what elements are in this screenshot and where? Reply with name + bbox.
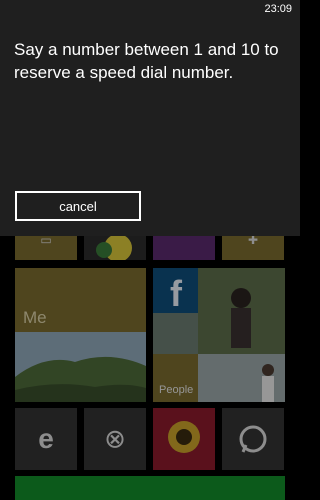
status-clock: 23:09 — [264, 3, 292, 15]
me-label: Me — [23, 308, 47, 327]
people-photo-1 — [198, 268, 285, 354]
me-photo — [15, 332, 146, 402]
xbox-tile[interactable]: ⊗ — [84, 408, 146, 470]
photo-thumbnail-icon — [96, 234, 132, 260]
people-tile[interactable]: People — [153, 354, 198, 402]
internet-explorer-icon: e — [38, 423, 54, 454]
internet-explorer-tile[interactable]: e — [15, 408, 77, 470]
person-photo — [153, 313, 198, 354]
photos-tile[interactable] — [84, 232, 146, 260]
people-label: People — [159, 384, 194, 396]
dialog-prompt: Say a number between 1 and 10 to reserve… — [14, 40, 279, 82]
purple-tile[interactable] — [153, 232, 215, 260]
music-icon — [168, 421, 200, 453]
cancel-button[interactable]: cancel — [15, 191, 141, 221]
green-tile[interactable] — [15, 476, 285, 500]
facebook-icon: f — [170, 273, 182, 313]
person-photo — [198, 354, 285, 402]
speed-dial-dialog: 23:09 Say a number between 1 and 10 to r… — [0, 0, 300, 236]
music-tile[interactable] — [153, 408, 215, 470]
xbox-icon: ⊗ — [104, 423, 126, 454]
facebook-tile[interactable]: f — [153, 268, 198, 313]
people-photo-3 — [198, 354, 285, 402]
person-photo — [198, 268, 285, 354]
whatsapp-icon — [239, 425, 267, 453]
phone-screen: ▭ ✚ Me f People e ⊗ 23:09 Say a number b… — [0, 0, 300, 500]
whatsapp-tile[interactable] — [222, 408, 284, 470]
settings-tile[interactable]: ✚ — [222, 232, 284, 260]
people-photo-2 — [153, 313, 198, 354]
start-screen-tiles: ▭ ✚ Me f People e ⊗ — [0, 232, 300, 500]
me-tile[interactable]: Me — [15, 268, 146, 402]
calendar-tile[interactable]: ▭ — [15, 232, 77, 260]
